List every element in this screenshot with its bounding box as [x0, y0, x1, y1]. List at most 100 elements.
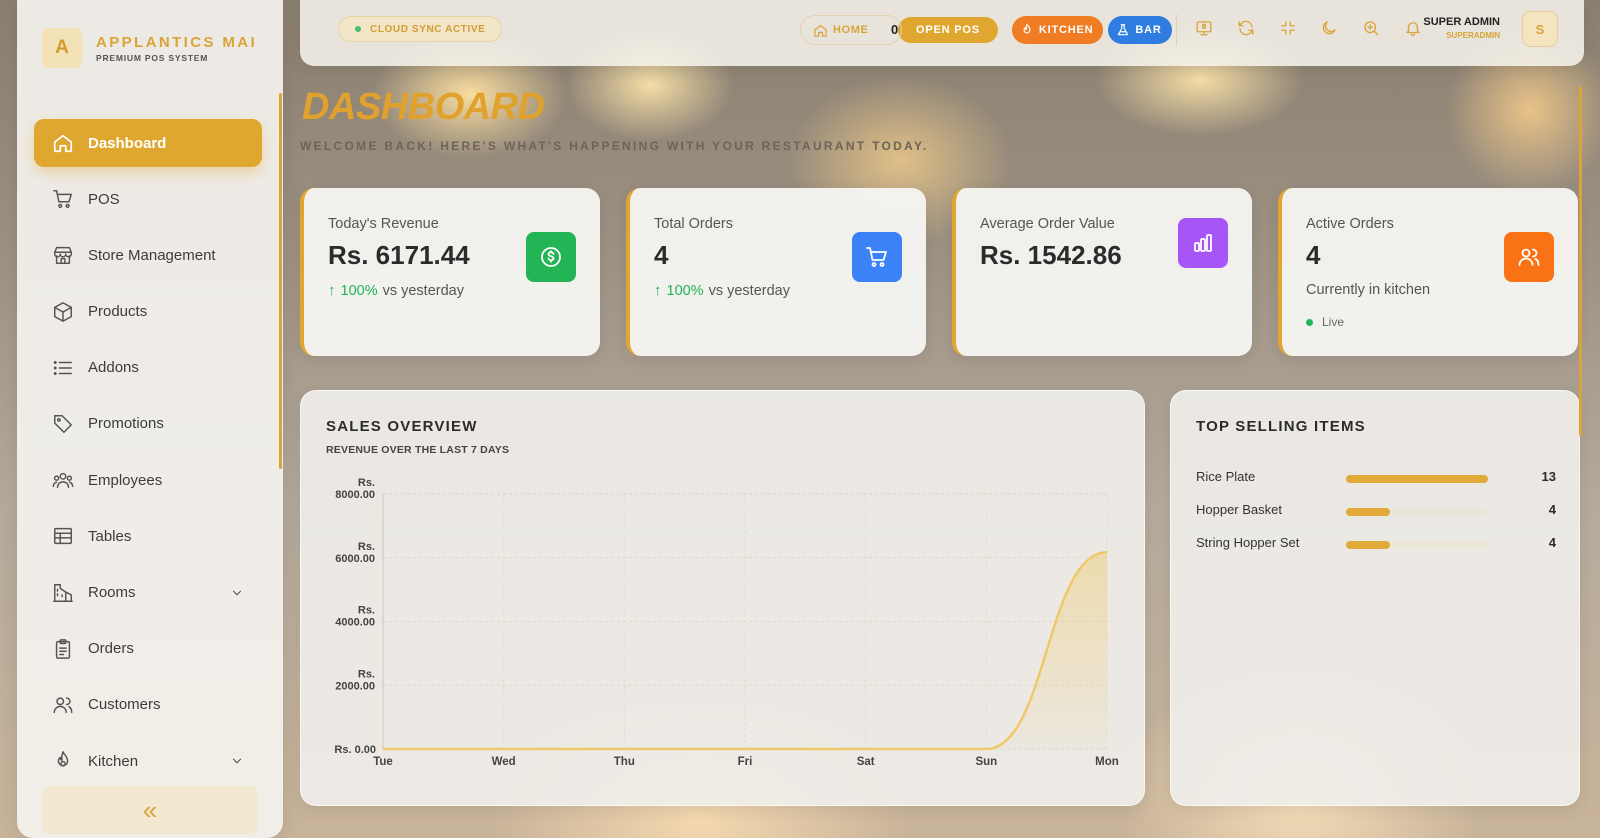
- kitchen-label: KITCHEN: [1038, 24, 1094, 36]
- main-scrollbar[interactable]: [1579, 86, 1582, 436]
- sidebar: A APPLANTICS MAI PREMIUM POS SYSTEM Dash…: [17, 0, 283, 838]
- item-progress-fill: [1346, 541, 1390, 549]
- store-icon: [52, 244, 74, 266]
- refresh-icon[interactable]: [1237, 19, 1257, 39]
- stat-note: Currently in kitchen: [1306, 282, 1431, 298]
- x-tick-label: Thu: [614, 756, 635, 768]
- quick-nav: HOME 0 OPEN POS KITCHEN BAR: [800, 15, 1172, 45]
- y-tick-label: 4000.00: [335, 617, 375, 629]
- sidebar-item-label: Promotions: [88, 415, 164, 433]
- sidebar-scrollbar[interactable]: [279, 93, 282, 469]
- stat-card-revenue: Today's Revenue Rs. 6171.44 ↑ 100% vs ye…: [300, 188, 600, 356]
- home-button[interactable]: HOME 0: [800, 15, 902, 45]
- user-info[interactable]: SUPER ADMIN SUPERADMIN: [1390, 16, 1500, 40]
- x-tick-label: Wed: [492, 756, 516, 768]
- topbar: CLOUD SYNC ACTIVE HOME 0 OPEN POS KITCHE…: [300, 0, 1584, 66]
- stat-value: Rs. 6171.44: [328, 240, 470, 270]
- open-pos-button[interactable]: OPEN POS: [898, 17, 998, 43]
- brand[interactable]: A APPLANTICS MAI PREMIUM POS SYSTEM: [42, 28, 257, 68]
- sidebar-item-label: Store Management: [88, 246, 216, 264]
- zoom-icon[interactable]: [1362, 19, 1382, 39]
- sidebar-item-kitchen[interactable]: Kitchen: [34, 737, 262, 785]
- sidebar-item-label: Products: [88, 303, 148, 321]
- sidebar-item-customers[interactable]: Customers: [34, 681, 262, 729]
- receipt-icon[interactable]: [1195, 19, 1215, 39]
- y-tick-label: 8000.00: [335, 489, 375, 501]
- y-tick-label: Rs.: [358, 605, 375, 617]
- sidebar-item-addons[interactable]: Addons: [34, 344, 262, 392]
- item-name: String Hopper Set: [1196, 535, 1300, 550]
- list-item[interactable]: Rice Plate 13: [1196, 469, 1556, 489]
- list-item[interactable]: Hopper Basket 4: [1196, 502, 1556, 522]
- sidebar-item-label: Orders: [88, 640, 134, 658]
- home-icon: [814, 24, 827, 37]
- moon-icon[interactable]: [1320, 19, 1340, 39]
- brand-subtitle: PREMIUM POS SYSTEM: [96, 52, 209, 63]
- item-progress-fill: [1346, 475, 1488, 483]
- topbar-divider: [1176, 14, 1177, 46]
- avatar[interactable]: S: [1522, 11, 1558, 47]
- fullscreen-icon[interactable]: [1279, 19, 1299, 39]
- arrow-up-icon: ↑: [328, 282, 336, 299]
- building-icon: [52, 582, 74, 604]
- cart-icon: [852, 232, 902, 282]
- users-icon: [1504, 232, 1554, 282]
- users-icon: [52, 469, 74, 491]
- kitchen-button[interactable]: KITCHEN: [1011, 16, 1104, 44]
- sidebar-item-employees[interactable]: Employees: [34, 456, 262, 504]
- live-dot: [1306, 318, 1313, 326]
- item-count: 4: [1548, 535, 1556, 550]
- stat-change-suffix: vs yesterday: [382, 282, 464, 299]
- arrow-up-icon: ↑: [654, 282, 662, 299]
- list-item[interactable]: String Hopper Set 4: [1196, 535, 1556, 555]
- bar-label: BAR: [1135, 24, 1162, 36]
- chevron-down-icon[interactable]: [230, 754, 244, 768]
- y-tick-label: Rs. 0.00: [334, 744, 376, 756]
- user-name: SUPER ADMIN: [1423, 16, 1500, 28]
- top-selling-title: TOP SELLING ITEMS: [1196, 418, 1366, 435]
- stat-value: Rs. 1542.86: [980, 240, 1122, 270]
- collapse-sidebar-button[interactable]: «: [42, 786, 258, 834]
- sales-overview-panel: SALES OVERVIEW REVENUE OVER THE LAST 7 D…: [300, 390, 1145, 806]
- sidebar-item-products[interactable]: Products: [34, 288, 262, 336]
- y-tick-label: 2000.00: [335, 680, 375, 692]
- box-icon: [52, 301, 74, 323]
- brand-name: APPLANTICS MAI: [96, 33, 258, 51]
- chevron-down-icon[interactable]: [230, 586, 244, 600]
- list-icon: [52, 357, 74, 379]
- sidebar-item-label: Tables: [88, 527, 132, 545]
- item-progress-fill: [1346, 508, 1390, 516]
- sidebar-item-tables[interactable]: Tables: [34, 512, 262, 560]
- y-tick-label: 6000.00: [335, 553, 375, 565]
- sidebar-item-pos[interactable]: POS: [34, 175, 262, 223]
- y-tick-label: Rs.: [358, 541, 375, 553]
- x-tick-label: Fri: [738, 756, 753, 768]
- sidebar-item-rooms[interactable]: Rooms: [34, 569, 262, 617]
- sidebar-item-label: POS: [88, 190, 120, 208]
- clipboard-icon: [52, 638, 74, 660]
- y-tick-label: Rs.: [358, 668, 375, 680]
- sidebar-nav: Dashboard POS Store Management Products …: [34, 119, 262, 793]
- flask-icon: [1116, 23, 1130, 37]
- x-tick-label: Mon: [1095, 756, 1119, 768]
- sidebar-item-store-management[interactable]: Store Management: [34, 231, 262, 279]
- stat-value: 4: [654, 240, 669, 270]
- stat-card-total-orders: Total Orders 4 ↑ 100% vs yesterday: [626, 188, 926, 356]
- home-icon: [52, 132, 74, 154]
- sidebar-item-promotions[interactable]: Promotions: [34, 400, 262, 448]
- brand-logo: A: [42, 28, 82, 68]
- stat-change-suffix: vs yesterday: [708, 282, 790, 299]
- kitchen-icon: [1020, 23, 1034, 37]
- stat-value: 4: [1306, 240, 1321, 270]
- sync-status-dot: [355, 26, 361, 32]
- stat-change: ↑ 100% vs yesterday: [654, 282, 790, 299]
- bar-button[interactable]: BAR: [1108, 16, 1172, 44]
- table-icon: [52, 525, 74, 547]
- sidebar-item-orders[interactable]: Orders: [34, 625, 262, 673]
- sidebar-item-label: Rooms: [88, 584, 136, 601]
- stat-label: Today's Revenue: [328, 216, 439, 232]
- item-name: Rice Plate: [1196, 469, 1256, 484]
- sidebar-item-label: Customers: [88, 696, 161, 714]
- kitchen-icon: [52, 750, 74, 772]
- sidebar-item-dashboard[interactable]: Dashboard: [34, 119, 262, 167]
